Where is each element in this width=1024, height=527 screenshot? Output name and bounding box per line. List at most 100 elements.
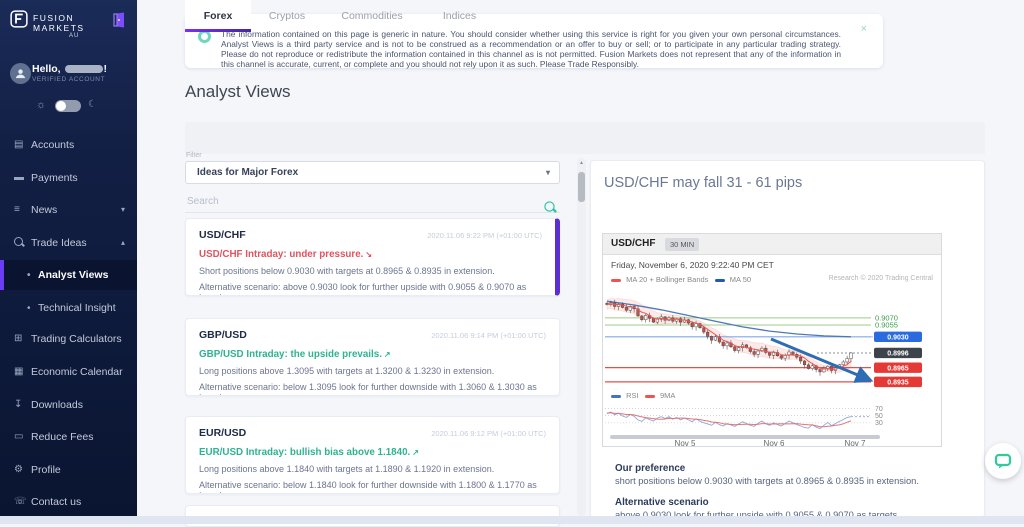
greeting-text: Hello, ! <box>32 63 107 75</box>
arrow-up-icon: ↗ <box>384 350 391 359</box>
bullet-icon: • <box>27 261 38 291</box>
page-title: Analyst Views <box>185 82 291 102</box>
timestamp: 2020.11.06 9:14 PM (+01:00 UTC) <box>431 331 546 340</box>
fees-icon: ▭ <box>14 422 31 452</box>
chat-widget-button[interactable] <box>985 443 1021 479</box>
sidebar-item-label: News <box>31 204 57 216</box>
search-box <box>185 191 560 213</box>
sidebar: FUSION MARKETS AU Hello, ! VERIFIED ACCO… <box>0 0 137 516</box>
alternative-heading: Alternative scenario <box>615 497 709 508</box>
fusion-markets-logo-icon <box>10 10 28 28</box>
idea-headline: USD/CHF Intraday: under pressure.↘ <box>199 249 542 260</box>
tab-cryptos[interactable]: Cryptos <box>252 0 322 32</box>
price-chart: USD/CHF 30 MIN Friday, November 6, 2020 … <box>602 233 942 447</box>
sidebar-item-label: Trade Ideas <box>31 237 87 249</box>
sidebar-item-technical-insight[interactable]: •Technical Insight <box>0 293 137 323</box>
caret-down-icon: ▾ <box>546 162 550 183</box>
x-axis-tick: Nov 5 <box>675 439 696 448</box>
close-icon[interactable]: × <box>855 22 873 36</box>
list-scrollbar-track[interactable] <box>577 158 586 516</box>
candlestick-chart: 0.90700.90550.90300.89960.89650.8935 <box>603 287 943 389</box>
logout-icon[interactable] <box>111 12 127 28</box>
sidebar-item-contact-us[interactable]: ☏Contact us <box>0 487 137 517</box>
sidebar-item-label: Contact us <box>31 496 81 508</box>
profile-icon: ⚙ <box>14 455 31 485</box>
legend-ma50: MA 50 <box>730 275 751 284</box>
x-axis-tick: Nov 6 <box>764 439 785 448</box>
sidebar-item-trading-calculators[interactable]: ⊞Trading Calculators <box>0 324 137 354</box>
toggle-knob <box>56 101 66 111</box>
rsi-swatch-icon <box>611 395 621 398</box>
tab-commodities[interactable]: Commodities <box>322 0 422 32</box>
sidebar-item-analyst-views[interactable]: •Analyst Views <box>0 260 137 290</box>
sidebar-item-news[interactable]: ≡News▾ <box>0 195 137 225</box>
filter-dropdown[interactable]: Ideas for Major Forex ▾ <box>185 161 560 184</box>
payments-icon: ▬ <box>14 163 31 193</box>
price-level-pill: 0.8965 <box>887 365 909 372</box>
calculators-icon: ⊞ <box>14 324 31 354</box>
idea-scenario-2: Alternative scenario: below 1.1840 look … <box>199 480 546 494</box>
search-icon <box>14 228 31 259</box>
filter-label: Filter <box>186 152 202 159</box>
logo-region-label: AU <box>69 33 79 39</box>
sidebar-item-label: Analyst Views <box>38 269 108 281</box>
sidebar-item-label: Economic Calendar <box>31 366 123 378</box>
preference-text: short positions below 0.9030 with target… <box>615 476 965 486</box>
idea-scenario-1: Long positions above 1.3095 with targets… <box>199 366 546 376</box>
price-level-pill: 0.9030 <box>887 335 909 342</box>
idea-scenario-2: Alternative scenario: below 1.3095 look … <box>199 382 546 396</box>
chart-header: USD/CHF 30 MIN <box>603 234 941 255</box>
sidebar-item-accounts[interactable]: ▤Accounts <box>0 130 137 160</box>
preference-heading: Our preference <box>615 463 685 474</box>
chevron-up-icon: ▴ <box>121 228 125 258</box>
bullet-icon: • <box>27 294 38 324</box>
sidebar-item-profile[interactable]: ⚙Profile <box>0 455 137 485</box>
horizontal-scrollbar-track[interactable] <box>0 516 1024 524</box>
tab-indices[interactable]: Indices <box>422 0 497 32</box>
filter-dropdown-value: Ideas for Major Forex <box>197 167 298 178</box>
sidebar-item-label: Payments <box>31 172 78 184</box>
detail-title: USD/CHF may fall 31 - 61 pips <box>604 175 802 191</box>
tab-forex[interactable]: Forex <box>185 0 251 32</box>
redacted-username <box>65 65 103 73</box>
legend-ma20: MA 20 + Bollinger Bands <box>626 275 708 284</box>
theme-toggle[interactable] <box>55 100 81 112</box>
pair-label: GBP/USD <box>199 329 247 341</box>
contact-icon: ☏ <box>14 487 31 517</box>
scroll-up-icon[interactable]: ▲ <box>578 160 585 166</box>
arrow-up-icon: ↗ <box>412 448 419 457</box>
news-icon: ≡ <box>14 195 31 225</box>
rsi-ma-swatch-icon <box>645 395 655 398</box>
verified-account-label: VERIFIED ACCOUNT <box>32 76 105 83</box>
idea-headline: GBP/USD Intraday: the upside prevails.↗ <box>199 349 546 360</box>
chart-range-slider[interactable] <box>610 435 880 439</box>
downloads-icon: ↧ <box>14 390 31 420</box>
list-scrollbar-thumb[interactable] <box>578 172 585 202</box>
sidebar-item-reduce-fees[interactable]: ▭Reduce Fees <box>0 422 137 452</box>
idea-card-eur-usd[interactable]: EUR/USD2020.11.06 9:12 PM (+01:00 UTC)EU… <box>185 416 560 494</box>
search-input[interactable] <box>185 192 527 207</box>
sidebar-item-downloads[interactable]: ↧Downloads <box>0 390 137 420</box>
rsi-tick-label: 30 <box>875 420 883 427</box>
search-icon[interactable] <box>544 201 554 211</box>
sidebar-item-payments[interactable]: ▬Payments <box>0 163 137 193</box>
chart-interval-badge: 30 MIN <box>665 238 699 251</box>
arrow-down-icon: ↘ <box>365 250 372 259</box>
timestamp: 2020.11.06 9:12 PM (+01:00 UTC) <box>431 429 546 438</box>
logo-text-line1: FUSION <box>33 13 74 23</box>
price-level-pill: 0.8996 <box>887 351 909 358</box>
legend-rsi: RSI <box>626 391 639 400</box>
rsi-tick-label: 70 <box>875 406 883 413</box>
idea-card-gbp-usd[interactable]: GBP/USD 2020.11.06 9:14 PM (+01:00 UTC) GB… <box>185 318 560 396</box>
disclaimer-text: The information contained on this page i… <box>221 29 841 69</box>
ma50-swatch-icon <box>715 279 725 282</box>
idea-headline: EUR/USD Intraday: bullish bias above 1.1… <box>199 447 546 458</box>
sidebar-item-label: Downloads <box>31 399 83 411</box>
avatar <box>10 63 31 84</box>
price-level-pill: 0.8935 <box>887 380 909 387</box>
idea-card-usd-chf[interactable]: USD/CHF2020.11.06 9:22 PM (+01:00 UTC)US… <box>185 218 560 296</box>
sidebar-item-economic-calendar[interactable]: ▦Economic Calendar <box>0 357 137 387</box>
chart-legend: MA 20 + Bollinger Bands MA 50 <box>611 275 751 284</box>
sidebar-item-trade-ideas[interactable]: Trade Ideas ▴ <box>0 228 137 258</box>
sidebar-item-label: Profile <box>31 464 61 476</box>
